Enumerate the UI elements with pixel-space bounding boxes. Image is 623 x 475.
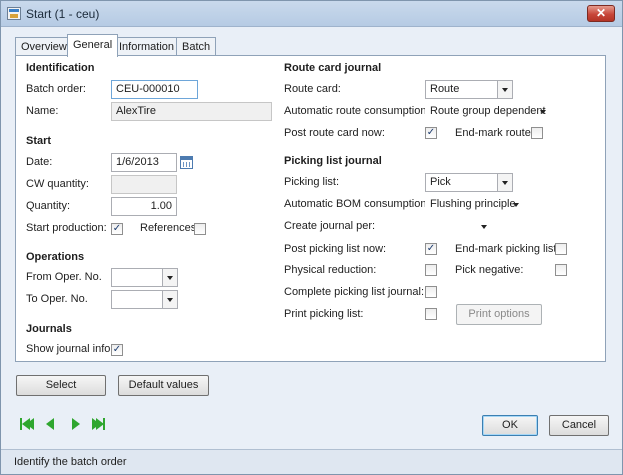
close-button[interactable]: ✕ bbox=[587, 5, 615, 22]
first-record-icon[interactable] bbox=[20, 418, 34, 430]
auto-route-consumption-value: Route group dependent bbox=[430, 105, 546, 117]
date-field[interactable]: 1/6/2013 bbox=[111, 153, 177, 172]
cancel-button[interactable]: Cancel bbox=[549, 415, 609, 436]
start-production-checkbox[interactable]: ✓ bbox=[111, 223, 123, 235]
chevron-down-icon[interactable] bbox=[536, 103, 551, 120]
title-bar[interactable]: Start (1 - ceu) ✕ bbox=[1, 1, 622, 27]
auto-route-consumption-select[interactable]: Route group dependent bbox=[425, 102, 552, 121]
status-text: Identify the batch order bbox=[14, 456, 127, 468]
chevron-down-icon[interactable] bbox=[477, 218, 492, 235]
dialog-client: Overview General Information Batch Ident… bbox=[6, 32, 617, 445]
tab-batch[interactable]: Batch bbox=[176, 37, 217, 56]
select-button[interactable]: Select bbox=[16, 375, 106, 396]
date-label: Date: bbox=[26, 156, 53, 168]
physical-reduction-checkbox[interactable] bbox=[425, 264, 437, 276]
next-record-icon[interactable] bbox=[71, 418, 84, 430]
ok-button[interactable]: OK bbox=[482, 415, 538, 436]
auto-bom-consumption-label: Automatic BOM consumption: bbox=[284, 198, 430, 210]
auto-bom-consumption-select[interactable]: Flushing principle bbox=[425, 195, 525, 214]
route-card-heading: Route card journal bbox=[284, 62, 382, 74]
dialog-window: Start (1 - ceu) ✕ Overview General Infor… bbox=[0, 0, 623, 475]
route-card-value: Route bbox=[430, 83, 460, 95]
route-card-select[interactable]: Route bbox=[425, 80, 513, 99]
quantity-field[interactable]: 1.00 bbox=[111, 197, 177, 216]
chevron-down-icon[interactable] bbox=[509, 196, 524, 213]
to-oper-select[interactable] bbox=[111, 290, 178, 309]
end-mark-route-checkbox[interactable] bbox=[531, 127, 543, 139]
post-picking-list-checkbox[interactable]: ✓ bbox=[425, 243, 437, 255]
cw-quantity-label: CW quantity: bbox=[26, 178, 89, 190]
post-picking-list-label: Post picking list now: bbox=[284, 243, 387, 255]
chevron-down-icon[interactable] bbox=[497, 81, 512, 98]
chevron-down-icon[interactable] bbox=[162, 269, 177, 286]
tab-general[interactable]: General bbox=[67, 34, 119, 57]
name-field: AlexTire bbox=[111, 102, 272, 121]
start-heading: Start bbox=[26, 135, 52, 147]
picking-list-label: Picking list: bbox=[284, 176, 340, 188]
picking-list-select[interactable]: Pick bbox=[425, 173, 513, 192]
batch-order-field[interactable]: CEU-000010 bbox=[111, 80, 198, 99]
to-oper-label: To Oper. No. bbox=[26, 293, 88, 305]
window-title: Start (1 - ceu) bbox=[26, 7, 100, 21]
batch-order-label: Batch order: bbox=[26, 83, 86, 95]
previous-record-icon[interactable] bbox=[45, 418, 58, 430]
show-journal-info-checkbox[interactable]: ✓ bbox=[111, 344, 123, 356]
app-icon bbox=[7, 7, 21, 20]
print-picking-list-label: Print picking list: bbox=[284, 308, 364, 320]
auto-bom-consumption-value: Flushing principle bbox=[430, 198, 516, 210]
default-values-button[interactable]: Default values bbox=[118, 375, 209, 396]
quantity-label: Quantity: bbox=[26, 200, 71, 212]
create-journal-per-label: Create journal per: bbox=[284, 220, 376, 232]
last-record-icon[interactable] bbox=[92, 418, 105, 430]
references-label: References: bbox=[140, 222, 200, 234]
status-bar: Identify the batch order bbox=[1, 449, 622, 474]
start-production-label: Start production: bbox=[26, 222, 107, 234]
operations-heading: Operations bbox=[26, 251, 85, 263]
complete-picking-journal-label: Complete picking list journal: bbox=[284, 286, 425, 298]
from-oper-label: From Oper. No. bbox=[26, 271, 102, 283]
show-journal-info-label: Show journal info: bbox=[26, 343, 114, 355]
references-checkbox[interactable] bbox=[194, 223, 206, 235]
end-mark-picking-list-label: End-mark picking list: bbox=[455, 243, 560, 255]
end-mark-route-label: End-mark route: bbox=[455, 127, 534, 139]
from-oper-select[interactable] bbox=[111, 268, 178, 287]
pick-negative-label: Pick negative: bbox=[455, 264, 524, 276]
create-journal-per-select[interactable] bbox=[425, 217, 493, 236]
chevron-down-icon[interactable] bbox=[497, 174, 512, 191]
end-mark-picking-list-checkbox[interactable] bbox=[555, 243, 567, 255]
cw-quantity-field bbox=[111, 175, 177, 194]
chevron-down-icon[interactable] bbox=[162, 291, 177, 308]
physical-reduction-label: Physical reduction: bbox=[284, 264, 377, 276]
picking-list-heading: Picking list journal bbox=[284, 155, 382, 167]
journals-heading: Journals bbox=[26, 323, 72, 335]
complete-picking-journal-checkbox[interactable] bbox=[425, 286, 437, 298]
post-route-card-label: Post route card now: bbox=[284, 127, 385, 139]
post-route-card-checkbox[interactable]: ✓ bbox=[425, 127, 437, 139]
tab-overview[interactable]: Overview bbox=[15, 37, 73, 56]
calendar-icon[interactable] bbox=[180, 156, 193, 169]
route-card-label: Route card: bbox=[284, 83, 341, 95]
identification-heading: Identification bbox=[26, 62, 95, 74]
auto-route-consumption-label: Automatic route consumption: bbox=[284, 105, 430, 117]
tab-information[interactable]: Information bbox=[113, 37, 181, 56]
print-picking-list-checkbox[interactable] bbox=[425, 308, 437, 320]
pick-negative-checkbox[interactable] bbox=[555, 264, 567, 276]
general-tab-panel: Identification Batch order: CEU-000010 N… bbox=[15, 55, 606, 362]
print-options-button[interactable]: Print options bbox=[456, 304, 542, 325]
name-label: Name: bbox=[26, 105, 59, 117]
picking-list-value: Pick bbox=[430, 176, 451, 188]
